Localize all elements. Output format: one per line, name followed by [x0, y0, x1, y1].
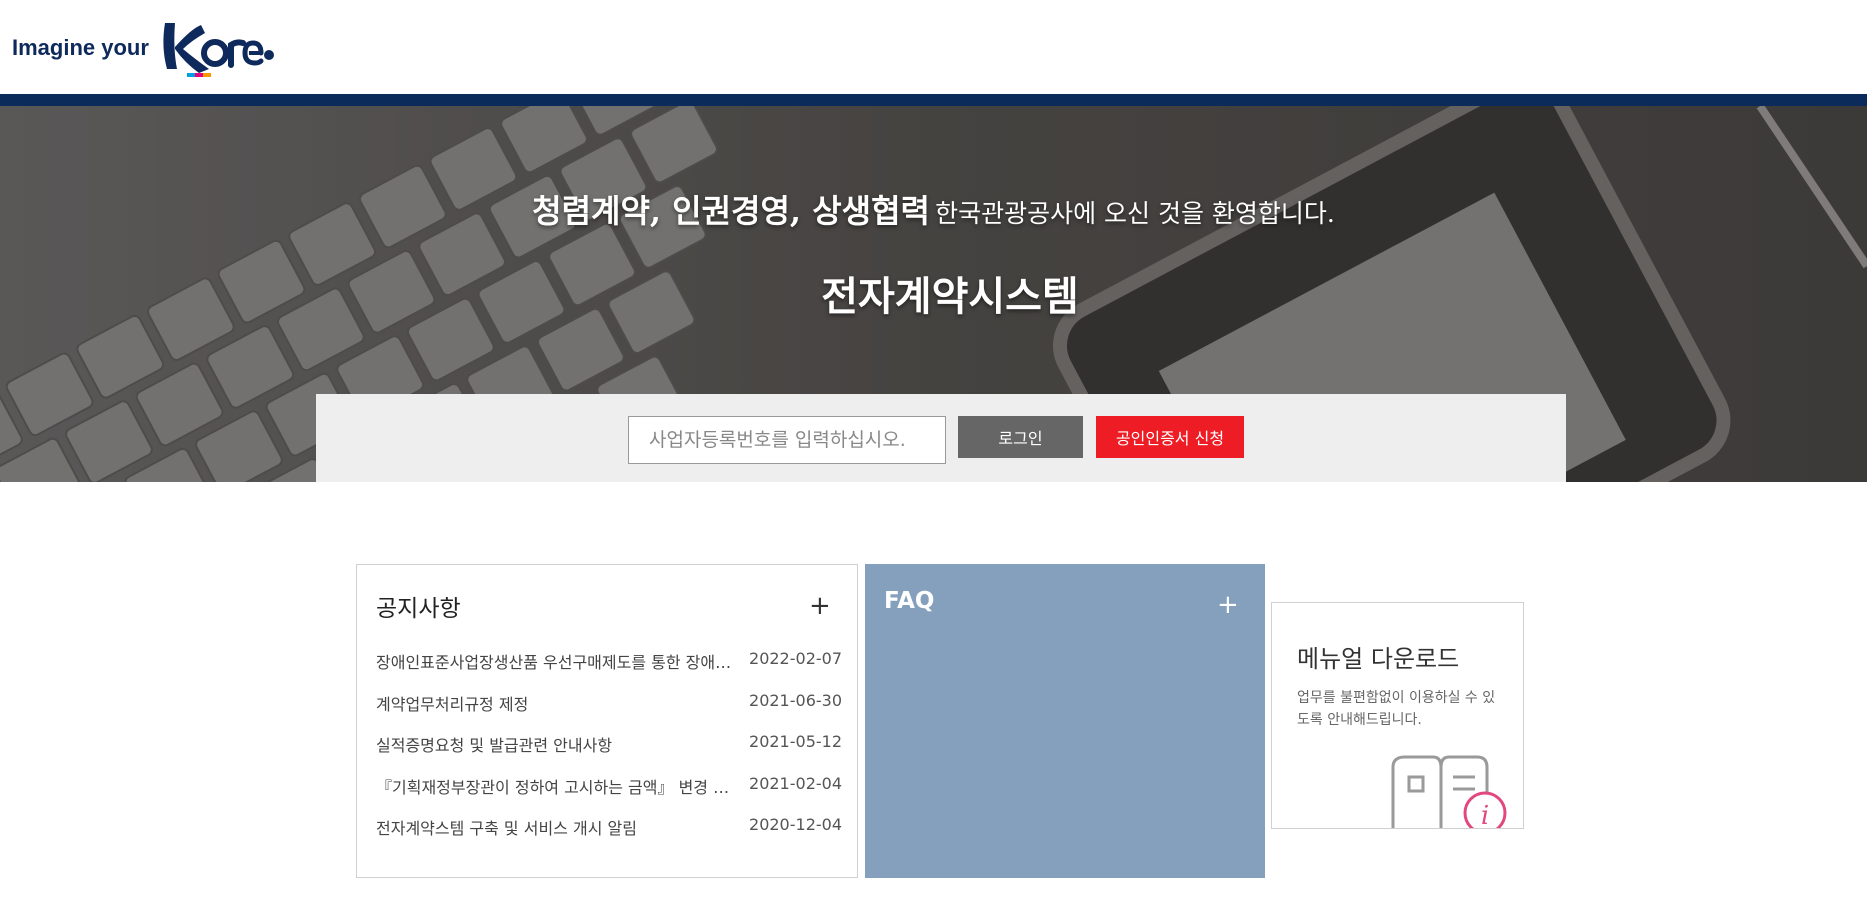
- certificate-apply-button[interactable]: 공인인증서 신청: [1096, 416, 1244, 458]
- business-number-input[interactable]: [628, 416, 946, 464]
- hero-welcome-rest: 한국관광공사에 오신 것을 환영합니다.: [935, 199, 1335, 228]
- notice-item-date: 2021-06-30: [749, 690, 842, 710]
- manual-book-icon: i: [1391, 755, 1507, 829]
- notice-item-date: 2022-02-07: [749, 649, 842, 668]
- notice-item-date: 2021-05-12: [749, 732, 842, 751]
- faq-panel: FAQ +: [865, 564, 1265, 878]
- notice-item-title[interactable]: 계약업무처리규정 제정: [376, 691, 736, 733]
- notice-item[interactable]: 계약업무처리규정 제정 2021-06-30: [376, 691, 842, 733]
- notice-item[interactable]: 장애인표준사업장생산품 우선구매제도를 통한 장애인 고용 확대 안내 2022…: [376, 649, 842, 691]
- korea-logo-icon: [163, 23, 274, 77]
- notice-item-title[interactable]: 장애인표준사업장생산품 우선구매제도를 통한 장애인 고용 확대 안내: [376, 649, 736, 691]
- notice-board: 공지사항 + 장애인표준사업장생산품 우선구매제도를 통한 장애인 고용 확대 …: [356, 564, 858, 878]
- manual-description: 업무를 불편함없이 이용하실 수 있도록 안내해드립니다.: [1297, 690, 1496, 728]
- notice-more-plus-icon[interactable]: +: [809, 593, 831, 619]
- notice-item[interactable]: 전자계약스템 구축 및 서비스 개시 알림 2020-12-04: [376, 815, 842, 857]
- notice-item[interactable]: 『기획재정부장관이 정하여 고시하는 금액』 변경 알림 2021-02-04: [376, 774, 842, 816]
- notice-item-title[interactable]: 전자계약스템 구축 및 서비스 개시 알림: [376, 815, 736, 857]
- login-panel: 로그인 공인인증서 신청: [316, 394, 1566, 482]
- notice-item-date: 2021-02-04: [749, 773, 842, 793]
- notice-item-title[interactable]: 『기획재정부장관이 정하여 고시하는 금액』 변경 알림: [376, 774, 736, 816]
- info-icon: i: [1481, 801, 1489, 829]
- hero-welcome-text: 청렴계약, 인권경영, 상생협력 한국관광공사에 오신 것을 환영합니다.: [0, 186, 1867, 232]
- site-logo[interactable]: Imagine your: [12, 18, 275, 78]
- login-button[interactable]: 로그인: [958, 416, 1083, 458]
- manual-title: 메뉴얼 다운로드: [1297, 645, 1460, 673]
- hero-welcome-strong: 청렴계약, 인권경영, 상생협력: [532, 192, 930, 230]
- notice-item-date: 2020-12-04: [749, 815, 842, 834]
- logo-text: Imagine your: [12, 35, 149, 60]
- notice-list: 장애인표준사업장생산품 우선구매제도를 통한 장애인 고용 확대 안내 2022…: [376, 649, 842, 857]
- notice-title: 공지사항: [376, 596, 461, 622]
- notice-item-title[interactable]: 실적증명요청 및 발급관련 안내사항: [376, 732, 736, 774]
- top-nav-bar: [0, 94, 1867, 106]
- site-header: Imagine your: [0, 0, 1867, 94]
- faq-title: FAQ: [884, 588, 935, 614]
- hero-title: 전자계약시스템: [821, 274, 1079, 320]
- manual-download-card[interactable]: 메뉴얼 다운로드 업무를 불편함없이 이용하실 수 있도록 안내해드립니다. i: [1271, 602, 1524, 829]
- notice-item[interactable]: 실적증명요청 및 발급관련 안내사항 2021-05-12: [376, 732, 842, 774]
- faq-more-plus-icon[interactable]: +: [1217, 592, 1239, 618]
